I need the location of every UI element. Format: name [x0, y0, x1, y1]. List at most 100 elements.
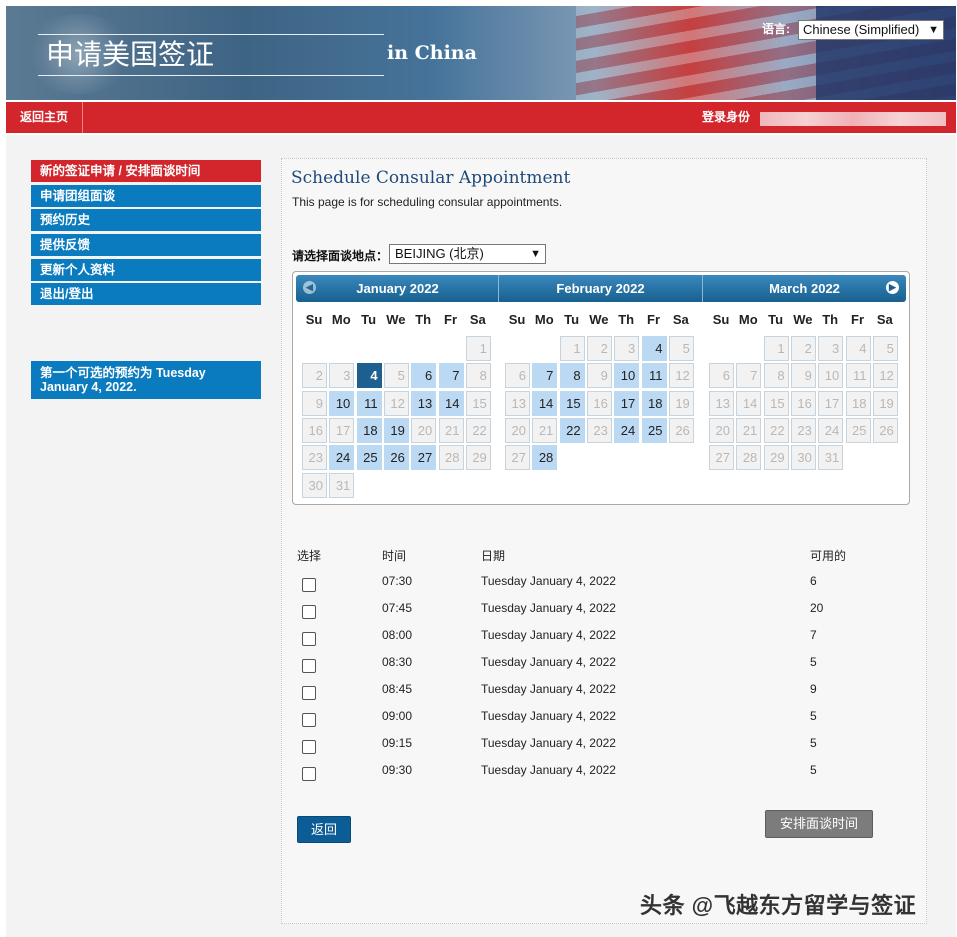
language-select[interactable]: Chinese (Simplified) ▼ — [798, 20, 944, 40]
back-button[interactable]: 返回 — [297, 816, 351, 843]
calendar-day: 20 — [505, 417, 530, 443]
first-available-note: 第一个可选的预约为 Tuesday January 4, 2022. — [31, 361, 261, 399]
calendar-day: 31 — [818, 445, 844, 471]
slot-checkbox[interactable] — [302, 767, 316, 781]
location-select[interactable]: BEIJING (北京) ▼ — [389, 244, 546, 264]
calendar-day: 9 — [790, 363, 816, 389]
slot-checkbox[interactable] — [302, 740, 316, 754]
calendar-day[interactable]: 11 — [641, 363, 667, 389]
nav-home-link[interactable]: 返回主页 — [6, 102, 83, 133]
calendar-day: 9 — [586, 363, 612, 389]
time-slot-row: 08:00 Tuesday January 4, 2022 7 — [300, 628, 860, 655]
calendar-day[interactable]: 13 — [411, 390, 437, 416]
calendar-day[interactable]: 18 — [641, 390, 667, 416]
calendar-day: 12 — [668, 363, 694, 389]
calendar-day[interactable]: 18 — [356, 417, 382, 443]
calendar-weekday-label: Fr — [647, 312, 660, 327]
calendar-weekday-label: Tu — [768, 312, 784, 327]
calendar-day: 25 — [845, 417, 871, 443]
calendar-day: 17 — [818, 390, 844, 416]
calendar-day[interactable]: 27 — [411, 445, 437, 471]
calendar-weekday-label: Mo — [331, 312, 351, 327]
sidebar-item-new-application[interactable]: 新的签证申请 / 安排面谈时间 — [31, 160, 261, 182]
calendar-day[interactable]: 14 — [438, 390, 464, 416]
slot-checkbox[interactable] — [302, 713, 316, 727]
sidebar-item-group-interview[interactable]: 申请团组面谈 — [31, 184, 261, 207]
slot-available: 7 — [810, 628, 817, 642]
col-header-date: 日期 — [481, 549, 506, 563]
calendar-day[interactable]: 7 — [438, 363, 464, 389]
calendar-day: 3 — [818, 336, 844, 361]
slot-checkbox[interactable] — [302, 632, 316, 646]
col-header-time: 时间 — [382, 549, 407, 563]
calendar-day[interactable]: 24 — [614, 417, 640, 443]
calendar-day[interactable]: 28 — [532, 445, 558, 471]
col-header-select: 选择 — [297, 549, 322, 563]
calendar-day: 7 — [736, 363, 762, 389]
slot-available: 20 — [810, 601, 824, 615]
calendar-day[interactable]: 8 — [559, 363, 585, 389]
calendar-day: 6 — [709, 363, 734, 389]
watermark-text: 头条 @飞越东方留学与签证 — [640, 893, 917, 918]
calendar-weekday-label: Sa — [672, 312, 689, 327]
calendar-day[interactable]: 7 — [532, 363, 558, 389]
sidebar-item-history[interactable]: 预约历史 — [31, 209, 261, 232]
calendar-day: 24 — [818, 417, 844, 443]
calendar-day: 13 — [709, 390, 734, 416]
calendar-weekday-label: Su — [712, 312, 730, 327]
sidebar-item-logout[interactable]: 退出/登出 — [31, 283, 261, 306]
col-header-available: 可用的 — [810, 549, 847, 563]
calendar-day: 9 — [302, 390, 327, 416]
slot-available: 5 — [810, 655, 817, 669]
sidebar-item-feedback[interactable]: 提供反馈 — [31, 234, 261, 257]
calendar-day: 13 — [505, 390, 530, 416]
calendar-weekday-label: Sa — [876, 312, 893, 327]
slot-checkbox[interactable] — [302, 659, 316, 673]
calendar-day: 23 — [586, 417, 612, 443]
calendar-day[interactable]: 19 — [383, 417, 409, 443]
calendar-day[interactable]: 22 — [559, 417, 585, 443]
calendar-day[interactable]: 14 — [532, 390, 558, 416]
slot-checkbox[interactable] — [302, 605, 316, 619]
calendar-day: 27 — [505, 445, 530, 471]
calendar-day: 15 — [763, 390, 789, 416]
calendar-day[interactable]: 4 — [356, 363, 382, 389]
slot-checkbox[interactable] — [302, 578, 316, 592]
calendar-day[interactable]: 10 — [614, 363, 640, 389]
calendar-day[interactable]: 6 — [411, 363, 437, 389]
time-slot-row: 09:30 Tuesday January 4, 2022 5 — [300, 763, 860, 790]
calendar-weekday-label: Fr — [444, 312, 457, 327]
calendar-day[interactable]: 11 — [356, 390, 382, 416]
calendar-day: 12 — [383, 390, 409, 416]
language-select-value: Chinese (Simplified) — [803, 22, 920, 37]
slot-available: 5 — [810, 736, 817, 750]
top-navbar: 返回主页 登录身份 — [6, 102, 956, 133]
time-slot-row: 08:45 Tuesday January 4, 2022 9 — [300, 682, 860, 709]
calendar-day[interactable]: 26 — [383, 445, 409, 471]
calendar-day[interactable]: 24 — [329, 445, 355, 471]
time-slot-row: 07:30 Tuesday January 4, 2022 6 — [300, 574, 860, 601]
sidebar-item-profile[interactable]: 更新个人资料 — [31, 258, 261, 281]
calendar-day: 8 — [465, 363, 491, 389]
location-label: 请选择面谈地点： — [292, 249, 389, 263]
slot-checkbox[interactable] — [302, 686, 316, 700]
calendar-day: 18 — [845, 390, 871, 416]
calendar-day: 12 — [872, 363, 898, 389]
calendar-month-divider — [498, 275, 499, 302]
calendar-day: 19 — [872, 390, 898, 416]
slot-date: Tuesday January 4, 2022 — [481, 763, 616, 777]
calendar-day: 6 — [505, 363, 530, 389]
calendar-day[interactable]: 25 — [356, 445, 382, 471]
calendar-day: 19 — [668, 390, 694, 416]
calendar-day[interactable]: 17 — [614, 390, 640, 416]
calendar-weekday-label: Su — [508, 312, 526, 327]
calendar-day[interactable]: 4 — [641, 336, 667, 361]
calendar-day[interactable]: 25 — [641, 417, 667, 443]
slot-time: 09:00 — [382, 709, 413, 723]
calendar-day[interactable]: 10 — [329, 390, 355, 416]
slot-available: 6 — [810, 574, 817, 588]
calendar-day[interactable]: 15 — [559, 390, 585, 416]
schedule-button[interactable]: 安排面谈时间 — [765, 810, 873, 838]
calendar-day: 2 — [586, 336, 612, 361]
sidebar-menu: 新的签证申请 / 安排面谈时间 申请团组面谈 预约历史 提供反馈 更新个人资料 … — [31, 160, 261, 308]
